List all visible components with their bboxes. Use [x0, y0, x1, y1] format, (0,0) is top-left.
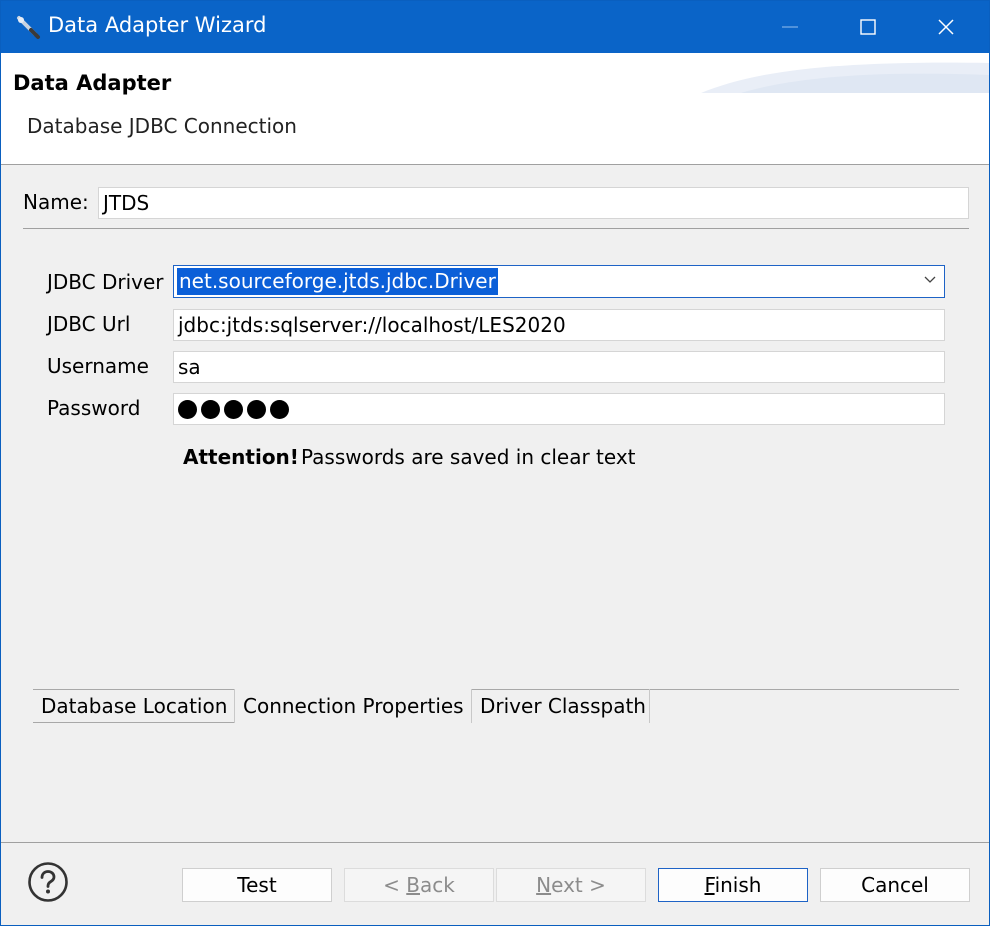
attention-text: Passwords are saved in clear text — [301, 445, 636, 469]
jdbc-driver-value: net.sourceforge.jtds.jdbc.Driver — [177, 268, 498, 295]
back-mnemonic: B — [406, 873, 420, 897]
page-title: Data Adapter — [13, 71, 172, 95]
jdbc-driver-label: JDBC Driver — [47, 270, 164, 294]
divider — [23, 228, 969, 229]
finish-button[interactable]: Finish — [658, 868, 808, 902]
username-input[interactable]: sa — [173, 351, 945, 383]
test-button[interactable]: Test — [182, 868, 332, 902]
window-title: Data Adapter Wizard — [48, 13, 267, 37]
password-label: Password — [47, 396, 141, 420]
close-icon — [938, 19, 954, 35]
password-dot — [201, 399, 220, 419]
maximize-icon — [860, 19, 876, 35]
username-label: Username — [47, 354, 149, 378]
password-dot — [270, 399, 289, 419]
next-mnemonic: N — [536, 873, 552, 897]
close-button[interactable] — [907, 1, 985, 53]
minimize-icon — [782, 26, 798, 28]
footer-divider — [1, 842, 989, 843]
tab-connection-properties[interactable]: Connection Properties — [234, 689, 472, 723]
tab-database-location[interactable]: Database Location — [33, 689, 234, 723]
name-input[interactable]: JTDS — [98, 187, 969, 219]
help-icon[interactable] — [27, 861, 69, 903]
password-dot — [224, 399, 243, 419]
cancel-button[interactable]: Cancel — [820, 868, 970, 902]
password-mask — [178, 399, 289, 419]
minimize-button[interactable] — [751, 1, 829, 53]
wizard-header: Data Adapter Database JDBC Connection — [1, 53, 989, 165]
tab-driver-classpath[interactable]: Driver Classpath — [472, 689, 650, 723]
data-adapter-icon — [17, 16, 40, 39]
back-button[interactable]: < Back — [344, 868, 494, 902]
back-rest: ack — [420, 873, 455, 897]
password-dot — [247, 399, 266, 419]
name-label: Name: — [23, 190, 89, 214]
finish-mnemonic: F — [704, 873, 715, 897]
back-prefix: < — [383, 873, 407, 897]
next-button[interactable]: Next > — [496, 868, 646, 902]
jdbc-url-input[interactable]: jdbc:jtds:sqlserver://localhost/LES2020 — [173, 309, 945, 341]
title-bar[interactable]: Data Adapter Wizard — [1, 1, 989, 53]
maximize-button[interactable] — [829, 1, 907, 53]
next-rest: ext > — [551, 873, 606, 897]
wizard-window: Data Adapter Wizard Data Adapter Databas… — [0, 0, 990, 926]
attention-label: Attention! — [183, 445, 299, 469]
jdbc-driver-combo[interactable]: net.sourceforge.jtds.jdbc.Driver — [173, 265, 945, 298]
header-decoration — [701, 62, 989, 93]
finish-rest: inish — [714, 873, 762, 897]
page-subtitle: Database JDBC Connection — [27, 114, 297, 138]
password-dot — [178, 399, 197, 419]
password-input[interactable] — [173, 393, 945, 425]
chevron-down-icon[interactable] — [924, 276, 936, 284]
jdbc-url-label: JDBC Url — [47, 312, 131, 336]
